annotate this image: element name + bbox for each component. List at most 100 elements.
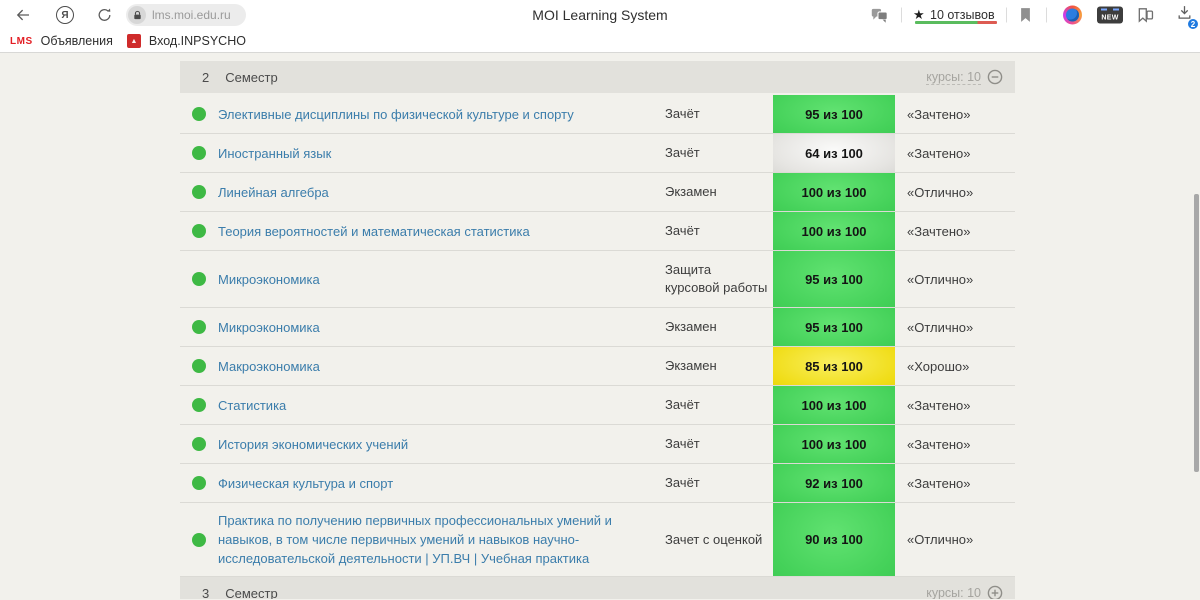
bookmark-button[interactable] bbox=[1018, 7, 1033, 24]
course-cell: Микроэкономика bbox=[218, 251, 665, 307]
course-link[interactable]: Теория вероятностей и математическая ста… bbox=[218, 222, 530, 241]
grade-text: «Хорошо» bbox=[907, 358, 970, 374]
table-row: История экономических учений Зачёт 100 и… bbox=[180, 425, 1015, 464]
score-badge: 100 из 100 bbox=[773, 425, 895, 463]
status-dot-icon bbox=[192, 320, 206, 334]
course-link[interactable]: Микроэкономика bbox=[218, 318, 320, 337]
status-dot-icon bbox=[192, 532, 206, 547]
chat-bubbles-icon bbox=[871, 8, 888, 23]
bookmark-label: Вход.INPSYCHO bbox=[148, 34, 246, 48]
semester-label: Семестр bbox=[225, 69, 278, 85]
courses-count-link[interactable]: курсы: 10 bbox=[926, 70, 981, 85]
table-row: Элективные дисциплины по физической куль… bbox=[180, 95, 1015, 134]
assessment-type: Зачёт bbox=[665, 436, 700, 451]
course-link[interactable]: Линейная алгебра bbox=[218, 183, 329, 202]
bookmark-lms-announcements[interactable]: LMS Объявления bbox=[10, 34, 113, 48]
score-badge: 64 из 100 bbox=[773, 134, 895, 172]
assessment-type: Зачёт bbox=[665, 475, 700, 490]
reviews-link[interactable]: 10 отзывов bbox=[930, 8, 995, 22]
downloads-button[interactable]: 2 bbox=[1176, 4, 1199, 30]
score-badge: 90 из 100 bbox=[773, 503, 895, 576]
course-cell: Физическая культура и спорт bbox=[218, 464, 665, 502]
semester-2-header: 2 Семестр курсы: 10 bbox=[180, 61, 1015, 93]
tags-icon bbox=[1138, 8, 1154, 23]
table-row: Иностранный язык Зачёт 64 из 100 «Зачтен… bbox=[180, 134, 1015, 173]
browser-topbar: Я lms.moi.edu.ru MOI Learning System ★ 1… bbox=[0, 0, 1200, 30]
assessment-type: Защита курсовой работы bbox=[665, 262, 768, 295]
status-dot-icon bbox=[192, 398, 206, 412]
divider bbox=[1046, 7, 1047, 23]
extension-new-icon[interactable]: NEW bbox=[1097, 6, 1123, 24]
course-cell: Элективные дисциплины по физической куль… bbox=[218, 95, 665, 133]
status-dot-icon bbox=[192, 359, 206, 373]
bookmarks-bar: LMS Объявления ▲ Вход.INPSYCHO bbox=[0, 30, 1200, 53]
assessment-type: Зачёт bbox=[665, 106, 700, 121]
inpsycho-logo-icon: ▲ bbox=[126, 34, 141, 48]
status-dot-icon bbox=[192, 476, 206, 490]
grades-table-body: Элективные дисциплины по физической куль… bbox=[180, 95, 1015, 577]
course-link[interactable]: Статистика bbox=[218, 396, 286, 415]
assessment-type: Экзамен bbox=[665, 184, 717, 199]
lock-icon bbox=[133, 10, 141, 19]
new-label: NEW bbox=[1101, 14, 1119, 22]
back-button[interactable] bbox=[14, 6, 32, 24]
grade-text: «Отлично» bbox=[907, 319, 974, 335]
status-cell bbox=[180, 212, 218, 250]
grade-text: «Зачтено» bbox=[907, 436, 971, 452]
status-dot-icon bbox=[192, 272, 206, 286]
courses-count-link[interactable]: курсы: 10 bbox=[926, 586, 981, 600]
collections-icon[interactable] bbox=[1136, 7, 1155, 24]
bookmark-inpsycho-login[interactable]: ▲ Вход.INPSYCHO bbox=[126, 34, 246, 48]
table-row: Физическая культура и спорт Зачёт 92 из … bbox=[180, 464, 1015, 503]
score-badge: 95 из 100 bbox=[773, 251, 895, 307]
course-link[interactable]: Физическая культура и спорт bbox=[218, 474, 393, 493]
table-row: Теория вероятностей и математическая ста… bbox=[180, 212, 1015, 251]
course-cell: Линейная алгебра bbox=[218, 173, 665, 211]
assessment-type: Зачёт bbox=[665, 145, 700, 160]
course-cell: Статистика bbox=[218, 386, 665, 424]
course-link[interactable]: История экономических учений bbox=[218, 435, 408, 454]
bookmark-flag-icon bbox=[1021, 8, 1030, 22]
status-cell bbox=[180, 347, 218, 385]
address-bar[interactable]: lms.moi.edu.ru bbox=[126, 4, 246, 26]
download-count-badge: 2 bbox=[1187, 18, 1199, 30]
status-dot-icon bbox=[192, 146, 206, 160]
collapse-minus-icon[interactable] bbox=[987, 69, 1003, 85]
divider bbox=[1006, 7, 1007, 23]
status-cell bbox=[180, 308, 218, 346]
status-dot-icon bbox=[192, 185, 206, 199]
course-link[interactable]: Макроэкономика bbox=[218, 357, 320, 376]
back-arrow-icon bbox=[16, 9, 29, 21]
yandex-browser-icon[interactable]: Я bbox=[56, 6, 74, 24]
table-row: Статистика Зачёт 100 из 100 «Зачтено» bbox=[180, 386, 1015, 425]
course-cell: Практика по получению первичных професси… bbox=[218, 503, 665, 576]
status-dot-icon bbox=[192, 224, 206, 238]
assessment-type: Зачет с оценкой bbox=[665, 531, 763, 547]
semester-number: 2 bbox=[202, 69, 210, 85]
course-link[interactable]: Практика по получению первичных професси… bbox=[218, 511, 655, 568]
course-link[interactable]: Элективные дисциплины по физической куль… bbox=[218, 105, 574, 124]
chat-panels-icon[interactable] bbox=[870, 7, 889, 24]
table-row: Макроэкономика Экзамен 85 из 100 «Хорошо… bbox=[180, 347, 1015, 386]
vertical-scrollbar-thumb[interactable] bbox=[1194, 194, 1199, 472]
rating-bar bbox=[915, 21, 997, 24]
status-cell bbox=[180, 251, 218, 307]
course-link[interactable]: Микроэкономика bbox=[218, 270, 320, 289]
course-link[interactable]: Иностранный язык bbox=[218, 144, 331, 163]
score-badge: 92 из 100 bbox=[773, 464, 895, 502]
table-row: Практика по получению первичных професси… bbox=[180, 503, 1015, 577]
status-cell bbox=[180, 134, 218, 172]
url-text: lms.moi.edu.ru bbox=[152, 8, 231, 22]
extension-color-icon[interactable] bbox=[1063, 5, 1082, 25]
semester-number: 3 bbox=[202, 585, 210, 600]
grade-text: «Отлично» bbox=[907, 271, 974, 287]
status-cell bbox=[180, 464, 218, 502]
grade-text: «Зачтено» bbox=[907, 397, 971, 413]
course-cell: Теория вероятностей и математическая ста… bbox=[218, 212, 665, 250]
refresh-button[interactable] bbox=[96, 7, 113, 24]
ssl-lock-chip[interactable] bbox=[128, 6, 146, 24]
expand-plus-icon[interactable] bbox=[987, 585, 1003, 599]
score-badge: 100 из 100 bbox=[773, 386, 895, 424]
status-dot-icon bbox=[192, 107, 206, 121]
course-cell: Микроэкономика bbox=[218, 308, 665, 346]
